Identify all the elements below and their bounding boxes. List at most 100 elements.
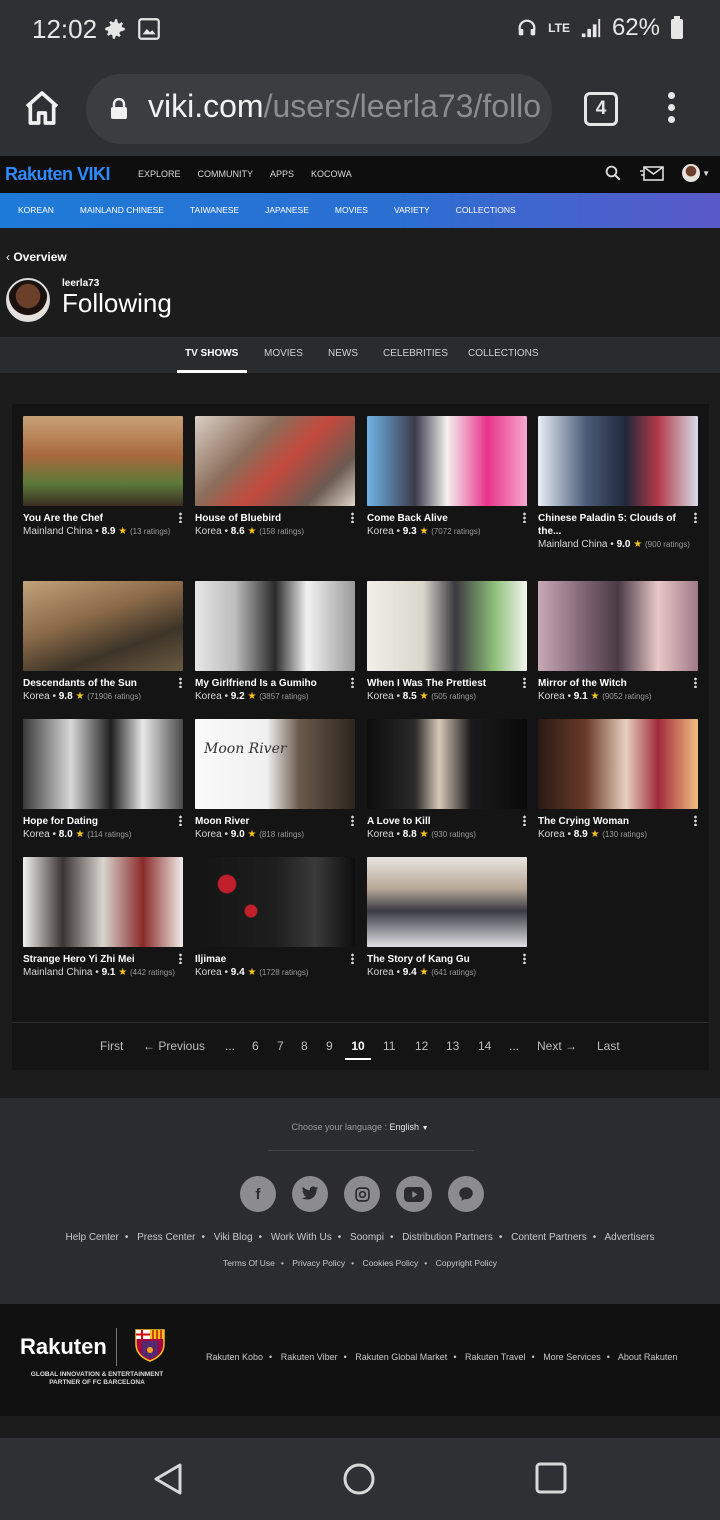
more-options-icon[interactable] (523, 815, 526, 826)
show-title[interactable]: Strange Hero Yi Zhi Mei (23, 953, 183, 966)
show-thumbnail[interactable] (538, 719, 698, 809)
page-next[interactable]: Next → (537, 1039, 577, 1053)
show-title[interactable]: Descendants of the Sun (23, 677, 183, 690)
page-current[interactable]: 10 (345, 1039, 371, 1060)
search-icon[interactable] (604, 164, 622, 182)
show-title[interactable]: When I Was The Prettiest (367, 677, 527, 690)
nav-apps[interactable]: APPS (270, 169, 294, 179)
more-options-icon[interactable] (179, 953, 182, 964)
address-bar[interactable]: viki.com/users/leerla73/follo (86, 74, 552, 144)
show-card[interactable]: Mirror of the Witch Korea • 9.1 ★ (9052 … (538, 581, 698, 704)
more-options-icon[interactable] (523, 512, 526, 523)
show-card[interactable]: A Love to Kill Korea • 8.8 ★ (930 rating… (367, 719, 527, 842)
tab-movies[interactable]: MOVIES (264, 348, 303, 359)
show-thumbnail[interactable] (23, 416, 183, 506)
show-thumbnail[interactable] (538, 581, 698, 671)
show-title[interactable]: Hope for Dating (23, 815, 183, 828)
more-options-icon[interactable] (694, 512, 697, 523)
show-card[interactable]: Come Back Alive Korea • 9.3 ★ (7072 rati… (367, 416, 527, 539)
show-thumbnail[interactable] (367, 857, 527, 947)
more-options-icon[interactable] (523, 953, 526, 964)
browser-menu-icon[interactable] (664, 92, 678, 126)
show-title[interactable]: Come Back Alive (367, 512, 527, 525)
link-about-rakuten[interactable]: About Rakuten (618, 1352, 678, 1362)
show-card[interactable]: Strange Hero Yi Zhi Mei Mainland China •… (23, 857, 183, 980)
cat-japanese[interactable]: JAPANESE (265, 205, 309, 215)
show-thumbnail[interactable] (538, 416, 698, 506)
more-options-icon[interactable] (351, 815, 354, 826)
tab-switcher-button[interactable]: 4 (584, 92, 618, 126)
show-title[interactable]: Chinese Paladin 5: Clouds of the... (538, 512, 698, 538)
show-thumbnail[interactable] (195, 581, 355, 671)
show-card[interactable]: The Story of Kang Gu Korea • 9.4 ★ (641 … (367, 857, 527, 980)
tab-collections[interactable]: COLLECTIONS (468, 348, 539, 359)
show-title[interactable]: Mirror of the Witch (538, 677, 698, 690)
show-card[interactable]: You Are the Chef Mainland China • 8.9 ★ … (23, 416, 183, 539)
profile-avatar[interactable] (6, 278, 50, 322)
viki-logo[interactable]: Rakuten VIKI (5, 164, 111, 185)
link-cookies[interactable]: Cookies Policy (363, 1258, 419, 1268)
user-menu[interactable]: ▼ (682, 164, 710, 182)
instagram-icon[interactable] (344, 1176, 380, 1212)
cat-collections[interactable]: COLLECTIONS (456, 205, 516, 215)
show-title[interactable]: My Girlfriend Is a Gumiho (195, 677, 355, 690)
show-thumbnail[interactable] (23, 719, 183, 809)
twitter-icon[interactable] (292, 1176, 328, 1212)
link-copyright[interactable]: Copyright Policy (436, 1258, 497, 1268)
link-privacy[interactable]: Privacy Policy (292, 1258, 345, 1268)
link-work-with-us[interactable]: Work With Us (271, 1232, 332, 1243)
tab-news[interactable]: NEWS (328, 348, 358, 359)
cat-variety[interactable]: VARIETY (394, 205, 430, 215)
show-thumbnail[interactable] (367, 416, 527, 506)
link-viki-blog[interactable]: Viki Blog (214, 1232, 253, 1243)
show-thumbnail[interactable]: Moon River (195, 719, 355, 809)
show-title[interactable]: A Love to Kill (367, 815, 527, 828)
page-6[interactable]: 6 (252, 1039, 259, 1053)
back-icon[interactable] (152, 1462, 184, 1496)
link-soompi[interactable]: Soompi (350, 1232, 384, 1243)
tab-celebrities[interactable]: CELEBRITIES (383, 348, 448, 359)
cat-korean[interactable]: KOREAN (18, 205, 54, 215)
page-7[interactable]: 7 (277, 1039, 284, 1053)
show-title[interactable]: Iljimae (195, 953, 355, 966)
link-advertisers[interactable]: Advertisers (605, 1232, 655, 1243)
rakuten-logo[interactable]: Rakuten (20, 1334, 107, 1360)
nav-community[interactable]: COMMUNITY (198, 169, 254, 179)
more-options-icon[interactable] (179, 512, 182, 523)
language-value[interactable]: English (390, 1122, 420, 1132)
show-card[interactable]: My Girlfriend Is a Gumiho Korea • 9.2 ★ … (195, 581, 355, 704)
link-rakuten-travel[interactable]: Rakuten Travel (465, 1352, 526, 1362)
show-thumbnail[interactable] (367, 719, 527, 809)
show-title[interactable]: The Story of Kang Gu (367, 953, 527, 966)
nav-explore[interactable]: EXPLORE (138, 169, 181, 179)
show-thumbnail[interactable] (195, 416, 355, 506)
chat-icon[interactable] (448, 1176, 484, 1212)
youtube-icon[interactable] (396, 1176, 432, 1212)
link-press-center[interactable]: Press Center (137, 1232, 195, 1243)
back-to-overview-link[interactable]: ‹ Overview (6, 250, 67, 264)
show-card[interactable]: Descendants of the Sun Korea • 9.8 ★ (71… (23, 581, 183, 704)
show-card[interactable]: Iljimae Korea • 9.4 ★ (1728 ratings) (195, 857, 355, 980)
page-last[interactable]: Last (597, 1039, 620, 1053)
messages-icon[interactable] (640, 165, 664, 181)
more-options-icon[interactable] (179, 677, 182, 688)
home-circle-icon[interactable] (342, 1462, 376, 1496)
cat-movies[interactable]: MOVIES (335, 205, 368, 215)
page-8[interactable]: 8 (301, 1039, 308, 1053)
show-card[interactable]: Chinese Paladin 5: Clouds of the... Main… (538, 416, 698, 552)
show-thumbnail[interactable] (195, 857, 355, 947)
more-options-icon[interactable] (351, 677, 354, 688)
page-14[interactable]: 14 (478, 1039, 491, 1053)
more-options-icon[interactable] (694, 677, 697, 688)
link-rakuten-viber[interactable]: Rakuten Viber (281, 1352, 338, 1362)
link-rakuten-global-market[interactable]: Rakuten Global Market (355, 1352, 447, 1362)
show-title[interactable]: Moon River (195, 815, 355, 828)
facebook-icon[interactable]: f (240, 1176, 276, 1212)
cat-mainland-chinese[interactable]: MAINLAND CHINESE (80, 205, 164, 215)
page-13[interactable]: 13 (446, 1039, 459, 1053)
show-card[interactable]: House of Bluebird Korea • 8.6 ★ (158 rat… (195, 416, 355, 539)
show-title[interactable]: You Are the Chef (23, 512, 183, 525)
show-title[interactable]: House of Bluebird (195, 512, 355, 525)
more-options-icon[interactable] (351, 512, 354, 523)
show-thumbnail[interactable] (23, 857, 183, 947)
